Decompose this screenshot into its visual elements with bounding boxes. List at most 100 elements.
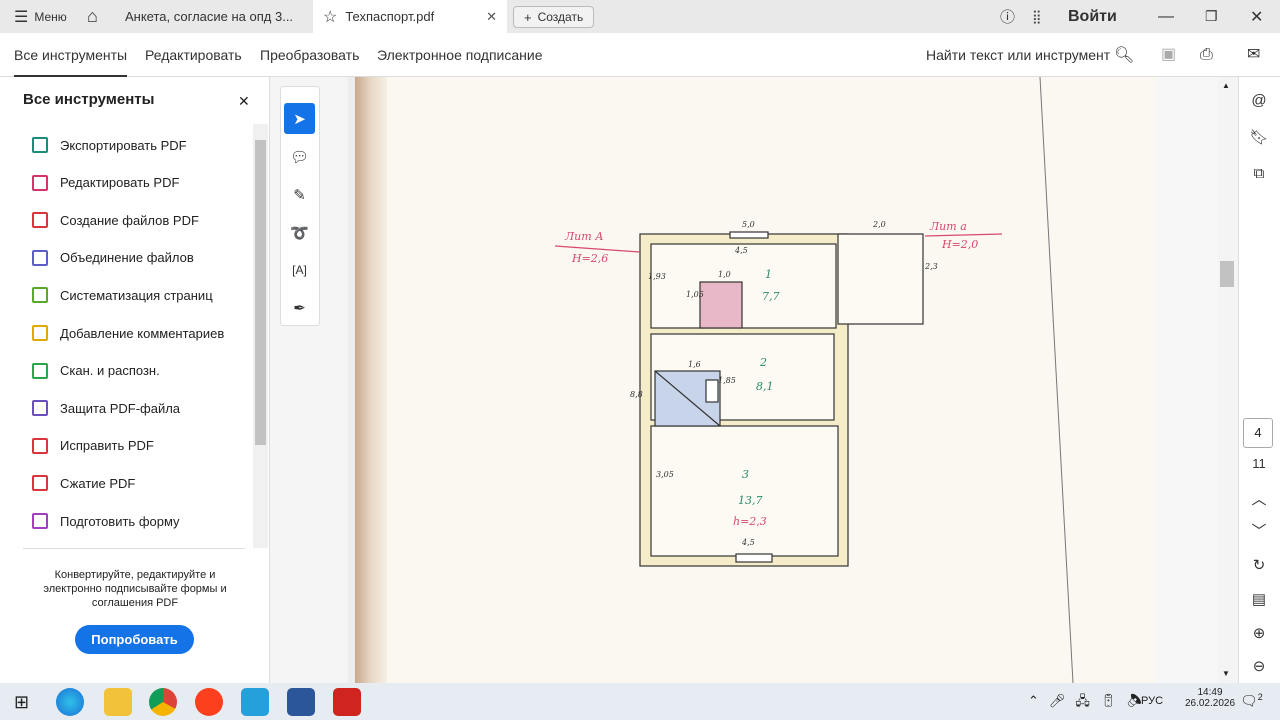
- home-icon[interactable]: ⌂: [87, 0, 98, 33]
- fit-page-icon[interactable]: ▤: [1240, 590, 1278, 608]
- tool-item[interactable]: Систематизация страниц: [32, 285, 213, 305]
- try-button[interactable]: Попробовать: [75, 625, 194, 654]
- tool-icon: [32, 250, 48, 266]
- star-icon[interactable]: ☆: [323, 7, 337, 27]
- tool-item[interactable]: Создание файлов PDF: [32, 210, 199, 230]
- plan-label: Лит а: [930, 220, 967, 233]
- tool-item[interactable]: Защита PDF-файла: [32, 398, 180, 418]
- close-panel-icon[interactable]: ✕: [238, 93, 250, 110]
- page-margin: [1155, 77, 1218, 683]
- plan-label: 2,3: [925, 262, 938, 271]
- plan-label: 1,93: [648, 272, 666, 281]
- print-icon[interactable]: ⎙: [1200, 33, 1213, 77]
- next-page-icon[interactable]: ﹀: [1240, 520, 1278, 541]
- plan-label: 4,5: [735, 246, 748, 255]
- plan-label: 4,5: [742, 538, 755, 547]
- tool-item[interactable]: Экспортировать PDF: [32, 135, 187, 155]
- file-explorer-icon[interactable]: [104, 688, 132, 716]
- login-button[interactable]: Войти: [1068, 0, 1117, 33]
- select-tool-icon[interactable]: ➤: [284, 103, 315, 134]
- prev-page-icon[interactable]: ︿: [1240, 488, 1278, 509]
- tool-icon: [32, 475, 48, 491]
- plan-label: h=2,3: [733, 515, 767, 528]
- sign-icon[interactable]: ✒: [284, 292, 315, 323]
- save-icon[interactable]: ▣: [1161, 33, 1176, 77]
- panel-title: Все инструменты: [23, 91, 154, 108]
- comment-icon[interactable]: 💬︎: [284, 141, 315, 172]
- tool-icon: [32, 438, 48, 454]
- help-icon[interactable]: ⓘ: [1000, 0, 1015, 33]
- tool-item[interactable]: Подготовить форму: [32, 511, 180, 531]
- plan-label: 7,7: [762, 290, 780, 303]
- plan-label: 2,0: [873, 220, 886, 229]
- tab-all-tools[interactable]: Все инструменты: [14, 33, 127, 77]
- tool-icon: [32, 137, 48, 153]
- windows-start-icon[interactable]: ⊞: [14, 692, 29, 713]
- plan-label: 1,85: [718, 376, 736, 385]
- notifications-icon[interactable]: 🗨︎2: [1240, 692, 1263, 710]
- tab-convert[interactable]: Преобразовать: [260, 33, 359, 77]
- plan-label: Лит А: [565, 230, 604, 243]
- tool-icon: [32, 175, 48, 191]
- app-icon[interactable]: [241, 688, 269, 716]
- menu-button[interactable]: ☰Меню: [14, 0, 67, 33]
- tool-item[interactable]: Редактировать PDF: [32, 173, 179, 193]
- toolbar: Все инструменты Редактировать Преобразов…: [0, 33, 1280, 77]
- close-window-icon[interactable]: ✕: [1250, 0, 1263, 33]
- zoom-out-icon[interactable]: ⊖: [1240, 657, 1278, 675]
- tool-item[interactable]: Скан. и распозн.: [32, 361, 160, 381]
- page-number-input[interactable]: 4: [1243, 418, 1273, 448]
- chrome-icon[interactable]: [149, 688, 177, 716]
- tool-item[interactable]: Объединение файлов: [32, 248, 194, 268]
- tab-edit[interactable]: Редактировать: [145, 33, 242, 77]
- plan-label: 1,6: [688, 360, 701, 369]
- scroll-thumb[interactable]: [1220, 261, 1234, 287]
- acrobat-icon[interactable]: [333, 688, 361, 716]
- promo-text: Конвертируйте, редактируйте и электронно…: [30, 568, 240, 610]
- tool-icon: [32, 400, 48, 416]
- copy-icon[interactable]: ⧉: [1240, 165, 1278, 182]
- ai-assistant-icon[interactable]: @: [1240, 92, 1278, 109]
- zoom-in-icon[interactable]: ⊕: [1240, 624, 1278, 642]
- word-icon[interactable]: [287, 688, 315, 716]
- highlight-icon[interactable]: ✎: [284, 179, 315, 210]
- document-scrollbar[interactable]: ▲ ▼: [1218, 77, 1238, 683]
- plan-label: 5,0: [742, 220, 755, 229]
- pdf-page: Лит АН=2,6Лит аН=2,05,04,52,02,31,931,01…: [355, 77, 1155, 683]
- edge-icon[interactable]: [56, 688, 84, 716]
- yandex-icon[interactable]: [195, 688, 223, 716]
- draw-icon[interactable]: ➰: [284, 217, 315, 248]
- tool-icon: [32, 363, 48, 379]
- tool-icon: [32, 513, 48, 529]
- text-box-icon[interactable]: [A]: [284, 254, 315, 285]
- page-total: 11: [1240, 456, 1278, 471]
- close-tab-icon[interactable]: ✕: [486, 9, 497, 25]
- divider: [23, 548, 245, 549]
- plan-label: 2: [760, 356, 767, 369]
- apps-icon[interactable]: ⣿: [1032, 0, 1042, 33]
- tray-icons[interactable]: ⌃🎤︎🖧🔋︎🔈︎: [1028, 692, 1153, 714]
- plan-label: 13,7: [738, 494, 763, 507]
- tool-item[interactable]: Исправить PDF: [32, 436, 154, 456]
- create-button[interactable]: +Создать: [513, 6, 594, 28]
- plan-label: 1,05: [686, 290, 704, 299]
- minimize-icon[interactable]: —: [1158, 0, 1174, 33]
- plan-label: Н=2,0: [942, 238, 978, 251]
- scroll-up-icon[interactable]: ▲: [1222, 81, 1230, 90]
- language-indicator[interactable]: РУС: [1141, 695, 1163, 707]
- search-icon: 🔍︎: [1114, 47, 1134, 64]
- panel-scrollbar[interactable]: [253, 124, 268, 548]
- tool-icon: [32, 325, 48, 341]
- bookmark-icon[interactable]: 🔖︎: [1240, 128, 1278, 146]
- tab-esign[interactable]: Электронное подписание: [377, 33, 543, 77]
- clock[interactable]: 14:4926.02.2026: [1180, 687, 1240, 709]
- tab-tehpasport[interactable]: ☆Техпаспорт.pdf✕: [313, 0, 507, 33]
- rotate-icon[interactable]: ↻: [1240, 556, 1278, 574]
- scroll-down-icon[interactable]: ▼: [1222, 669, 1230, 678]
- restore-icon[interactable]: ❐: [1205, 0, 1218, 33]
- tool-item[interactable]: Сжатие PDF: [32, 473, 135, 493]
- search-tools[interactable]: Найти текст или инструмент 🔍︎: [926, 33, 1134, 77]
- email-icon[interactable]: ✉: [1247, 33, 1260, 77]
- tab-anketa[interactable]: Анкета, согласие на опд 3...: [125, 0, 293, 33]
- tool-item[interactable]: Добавление комментариев: [32, 323, 224, 343]
